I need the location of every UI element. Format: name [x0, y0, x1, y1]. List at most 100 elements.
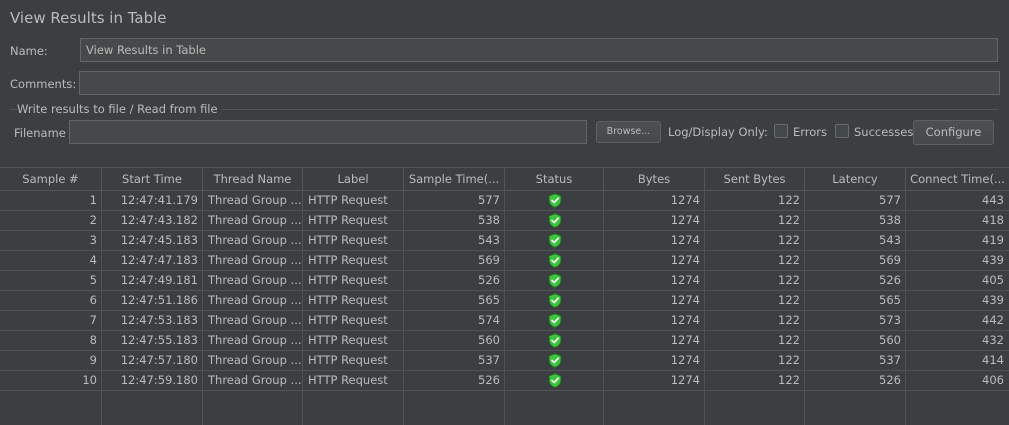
filename-label: Filename [14, 126, 66, 140]
cell-sample-time: 577 [478, 193, 500, 207]
shield-check-icon [548, 193, 561, 208]
column-header-status[interactable]: Status [505, 168, 604, 190]
filename-field[interactable] [69, 120, 587, 144]
errors-label: Errors [793, 125, 828, 139]
cell-status [505, 251, 604, 270]
table-row[interactable]: 3 12:47:45.183 Thread Group ... HTTP Reques… [0, 231, 1009, 251]
column-header-connect-time[interactable]: Connect Time(... [906, 168, 1009, 190]
cell-start-time: 12:47:43.182 [120, 213, 198, 227]
cell-connect-time: 432 [982, 333, 1004, 347]
cell-connect-time: 443 [982, 193, 1004, 207]
cell-status [505, 211, 604, 230]
column-header-thread-name[interactable]: Thread Name [203, 168, 303, 190]
cell-label: HTTP Request [308, 193, 388, 207]
shield-check-icon [548, 313, 561, 328]
cell-connect-time: 419 [982, 233, 1004, 247]
successes-checkbox[interactable] [835, 124, 849, 138]
cell-sent-bytes: 122 [778, 293, 800, 307]
browse-button[interactable]: Browse... [596, 121, 661, 143]
cell-label: HTTP Request [308, 253, 388, 267]
results-table: Sample # Start Time Thread Name Label Sa… [0, 167, 1009, 425]
name-field[interactable]: View Results in Table [80, 38, 998, 62]
column-header-sent-bytes[interactable]: Sent Bytes [705, 168, 805, 190]
table-row[interactable]: 1 12:47:41.179 Thread Group ... HTTP Reques… [0, 191, 1009, 211]
table-row[interactable]: 8 12:47:55.183 Thread Group ... HTTP Reques… [0, 331, 1009, 351]
column-header-sample-time[interactable]: Sample Time(... [404, 168, 505, 190]
cell-bytes: 1274 [670, 313, 700, 327]
column-header-latency[interactable]: Latency [805, 168, 906, 190]
cell-latency: 537 [879, 353, 901, 367]
cell-status [505, 291, 604, 310]
cell-bytes: 1274 [670, 253, 700, 267]
column-header-sample[interactable]: Sample # [0, 168, 102, 190]
cell-sample-time: 526 [478, 273, 500, 287]
cell-label: HTTP Request [308, 353, 388, 367]
cell-thread-name: Thread Group ... [208, 233, 302, 247]
cell-start-time: 12:47:41.179 [120, 193, 198, 207]
shield-check-icon [548, 333, 561, 348]
cell-bytes: 1274 [670, 373, 700, 387]
cell-sample: 4 [89, 253, 97, 267]
table-row[interactable]: 10 12:47:59.180 Thread Group ... HTTP Reque… [0, 371, 1009, 391]
name-label: Name: [10, 44, 48, 58]
cell-latency: 526 [879, 373, 901, 387]
cell-thread-name: Thread Group ... [208, 313, 302, 327]
view-results-table-panel: View Results in Table Name: View Results… [0, 0, 1009, 425]
cell-start-time: 12:47:51.186 [120, 293, 198, 307]
cell-sample: 3 [89, 233, 97, 247]
table-row[interactable]: 5 12:47:49.181 Thread Group ... HTTP Reques… [0, 271, 1009, 291]
cell-sample: 6 [89, 293, 97, 307]
cell-start-time: 12:47:47.183 [120, 253, 198, 267]
cell-sent-bytes: 122 [778, 313, 800, 327]
cell-sent-bytes: 122 [778, 253, 800, 267]
column-header-bytes[interactable]: Bytes [604, 168, 705, 190]
table-row[interactable]: 7 12:47:53.183 Thread Group ... HTTP Reques… [0, 311, 1009, 331]
cell-thread-name: Thread Group ... [208, 353, 302, 367]
table-row[interactable]: 2 12:47:43.182 Thread Group ... HTTP Reques… [0, 211, 1009, 231]
configure-button[interactable]: Configure [913, 120, 994, 145]
cell-thread-name: Thread Group ... [208, 253, 302, 267]
cell-sent-bytes: 122 [778, 273, 800, 287]
column-header-label[interactable]: Label [303, 168, 404, 190]
cell-thread-name: Thread Group ... [208, 193, 302, 207]
cell-status [505, 271, 604, 290]
cell-sent-bytes: 122 [778, 373, 800, 387]
cell-latency: 526 [879, 273, 901, 287]
cell-status [505, 191, 604, 210]
cell-bytes: 1274 [670, 233, 700, 247]
cell-bytes: 1274 [670, 353, 700, 367]
cell-sample: 10 [82, 373, 97, 387]
shield-check-icon [548, 233, 561, 248]
shield-check-icon [548, 273, 561, 288]
errors-checkbox[interactable] [774, 124, 788, 138]
table-row[interactable]: 4 12:47:47.183 Thread Group ... HTTP Reques… [0, 251, 1009, 271]
cell-thread-name: Thread Group ... [208, 273, 302, 287]
cell-status [505, 371, 604, 390]
cell-thread-name: Thread Group ... [208, 333, 302, 347]
column-header-start-time[interactable]: Start Time [102, 168, 203, 190]
cell-connect-time: 418 [982, 213, 1004, 227]
cell-bytes: 1274 [670, 193, 700, 207]
comments-field[interactable] [79, 71, 1000, 95]
cell-bytes: 1274 [670, 333, 700, 347]
table-row[interactable]: 6 12:47:51.186 Thread Group ... HTTP Reques… [0, 291, 1009, 311]
cell-label: HTTP Request [308, 313, 388, 327]
cell-start-time: 12:47:53.183 [120, 313, 198, 327]
cell-sent-bytes: 122 [778, 213, 800, 227]
cell-bytes: 1274 [670, 293, 700, 307]
cell-sample-time: 538 [478, 213, 500, 227]
cell-latency: 577 [879, 193, 901, 207]
cell-latency: 538 [879, 213, 901, 227]
shield-check-icon [548, 353, 561, 368]
log-display-only-label: Log/Display Only: [668, 125, 768, 139]
cell-label: HTTP Request [308, 233, 388, 247]
cell-label: HTTP Request [308, 333, 388, 347]
table-header: Sample # Start Time Thread Name Label Sa… [0, 167, 1009, 191]
cell-sample: 1 [89, 193, 97, 207]
shield-check-icon [548, 293, 561, 308]
table-row[interactable]: 9 12:47:57.180 Thread Group ... HTTP Reques… [0, 351, 1009, 371]
cell-label: HTTP Request [308, 213, 388, 227]
cell-sample: 2 [89, 213, 97, 227]
shield-check-icon [548, 213, 561, 228]
cell-start-time: 12:47:57.180 [120, 353, 198, 367]
